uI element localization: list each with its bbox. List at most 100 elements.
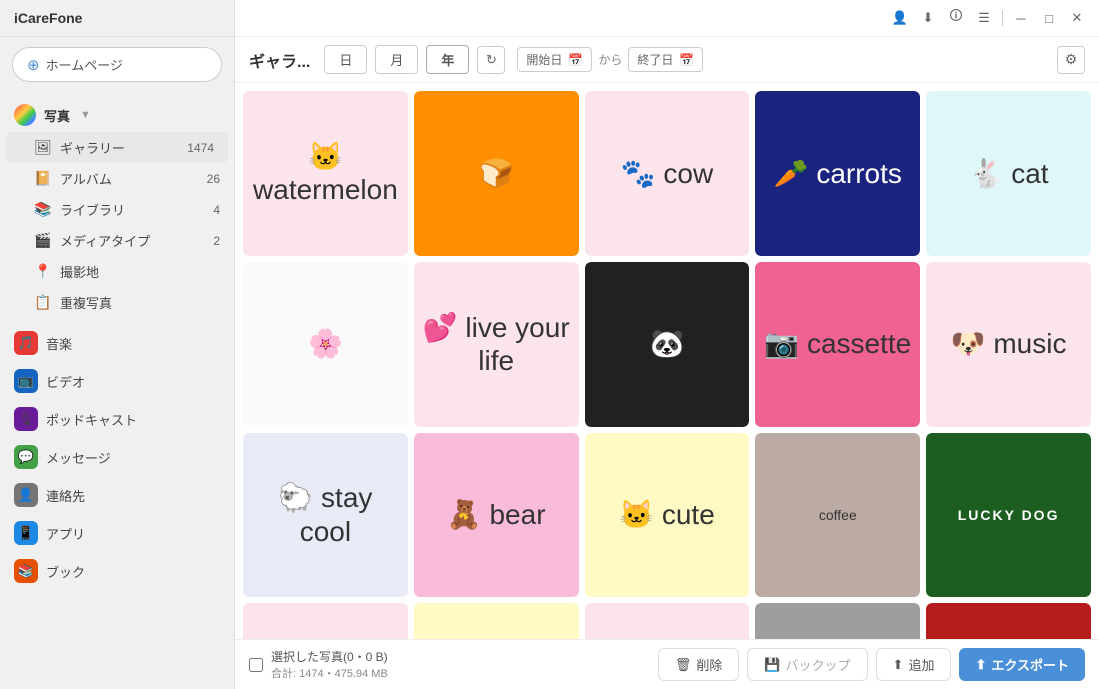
- gallery-thumbnail: 🍀 good luck: [243, 603, 408, 639]
- gallery-item[interactable]: 💖 love: [585, 603, 750, 639]
- gallery-thumbnail: 💕 live your life: [414, 262, 579, 427]
- gallery-scroll[interactable]: 🐱 watermelon🍞🐾 cow🥕 carrots🐇 cat 🌸💕 live …: [235, 83, 1099, 639]
- window-controls-bar: 👤 ⬇ 🛈 ☰ － □ ✕: [235, 0, 1099, 37]
- delete-button[interactable]: 🗑 削除: [658, 648, 740, 681]
- gallery-item[interactable]: 🐾 cow: [585, 91, 750, 256]
- nav-label-contact: 連絡先: [46, 486, 85, 505]
- delete-icon: 🗑: [675, 657, 692, 673]
- sidebar-item-location[interactable]: 📍 撮影地: [0, 256, 234, 287]
- export-button[interactable]: ⬆ エクスポート: [959, 648, 1085, 681]
- app-title: iCareFone: [14, 10, 82, 26]
- user-icon[interactable]: 👤: [890, 8, 910, 28]
- photos-chevron-icon: ▼: [80, 109, 91, 121]
- gallery-item[interactable]: 🐱 watermelon: [243, 91, 408, 256]
- gallery-thumbnail: 🍞: [414, 91, 579, 256]
- select-all-checkbox[interactable]: [249, 658, 263, 672]
- library-icon: 📚: [34, 201, 52, 219]
- badge-mediatype: 2: [213, 234, 220, 248]
- sidebar-item-album[interactable]: 📔 アルバム 26: [0, 163, 234, 194]
- minimize-button[interactable]: －: [1011, 8, 1031, 28]
- download-icon[interactable]: ⬇: [918, 8, 938, 28]
- nav-item-books[interactable]: 📚 ブック: [0, 552, 234, 590]
- gallery-item[interactable]: 📷 cassette: [755, 262, 920, 427]
- sidebar-item-duplicate[interactable]: 📋 重複写真: [0, 287, 234, 318]
- gallery-thumbnail: 🐑 stay cool: [243, 433, 408, 598]
- gallery-item[interactable]: 🐻 cutie: [414, 603, 579, 639]
- badge-gallery: 1474: [187, 141, 214, 155]
- podcast-nav-icon: 🎙: [14, 407, 38, 431]
- nav-item-apps[interactable]: 📱 アプリ: [0, 514, 234, 552]
- gallery-item[interactable]: 🧸 bear: [414, 433, 579, 598]
- gallery-item[interactable]: LUCKY DOG: [926, 433, 1091, 598]
- nav-item-music[interactable]: 🎵 音楽: [0, 324, 234, 362]
- add-button[interactable]: ⬆ 追加: [876, 648, 952, 681]
- home-button[interactable]: ⊕ ホームページ: [12, 47, 222, 82]
- sidebar-item-mediatype[interactable]: 🎬 メディアタイプ 2: [0, 225, 234, 256]
- nav-label-music: 音楽: [46, 334, 72, 353]
- gallery-item[interactable]: 🐑 stay cool: [243, 433, 408, 598]
- start-date-label: 開始日: [526, 51, 562, 68]
- refresh-button[interactable]: ↻: [477, 46, 505, 74]
- gallery-item[interactable]: 🍀 good luck: [243, 603, 408, 639]
- gallery-item[interactable]: coffee: [755, 433, 920, 598]
- gallery-item[interactable]: 🍞: [414, 91, 579, 256]
- sidebar-item-library[interactable]: 📚 ライブラリ 4: [0, 194, 234, 225]
- gallery-item[interactable]: 🌲: [926, 603, 1091, 639]
- menu-icon[interactable]: ☰: [974, 8, 994, 28]
- add-icon: ⬆: [893, 657, 904, 673]
- start-calendar-icon: 📅: [568, 53, 583, 67]
- gallery-item[interactable]: 🐇 cat: [926, 91, 1091, 256]
- gallery-thumbnail: 🐻 cutie: [414, 603, 579, 639]
- nav-item-podcast[interactable]: 🎙 ポッドキャスト: [0, 400, 234, 438]
- gallery-item[interactable]: 🐱 cute: [585, 433, 750, 598]
- sidebar-label-mediatype: メディアタイプ: [60, 231, 150, 250]
- end-date-input[interactable]: 終了日 📅: [628, 47, 703, 72]
- maximize-button[interactable]: □: [1039, 8, 1059, 28]
- sidebar-item-gallery[interactable]: 🖼 ギャラリー 1474: [6, 132, 228, 163]
- gallery-grid: 🐱 watermelon🍞🐾 cow🥕 carrots🐇 cat 🌸💕 live …: [243, 91, 1091, 639]
- nav-item-message[interactable]: 💬 メッセージ: [0, 438, 234, 476]
- gallery-thumbnail: 🐱 cute: [585, 433, 750, 598]
- settings-button[interactable]: ⚙: [1057, 46, 1085, 74]
- backup-button[interactable]: 💾 バックップ: [747, 648, 867, 681]
- add-label: 追加: [908, 655, 934, 674]
- photos-section: 写真 ▼ 🖼 ギャラリー 1474 📔 アルバム 26 📚 ライブラリ 4 🎬 …: [0, 92, 234, 324]
- gallery-item[interactable]: 👩: [755, 603, 920, 639]
- gallery-thumbnail: 🧸 bear: [414, 433, 579, 598]
- video-nav-icon: 📺: [14, 369, 38, 393]
- badge-library: 4: [213, 203, 220, 217]
- gallery-thumbnail: 🐇 cat: [926, 91, 1091, 256]
- start-date-input[interactable]: 開始日 📅: [517, 47, 592, 72]
- nav-item-contact[interactable]: 👤 連絡先: [0, 476, 234, 514]
- tab-day[interactable]: 日: [324, 45, 367, 74]
- tab-year[interactable]: 年: [426, 45, 469, 74]
- photos-section-header[interactable]: 写真 ▼: [0, 98, 234, 132]
- nav-label-books: ブック: [46, 562, 85, 581]
- gallery-thumbnail: coffee: [755, 433, 920, 598]
- nav-item-video[interactable]: 📺 ビデオ: [0, 362, 234, 400]
- info-icon[interactable]: 🛈: [946, 8, 966, 28]
- close-button[interactable]: ✕: [1067, 8, 1087, 28]
- message-nav-icon: 💬: [14, 445, 38, 469]
- mediatype-icon: 🎬: [34, 232, 52, 250]
- gallery-item[interactable]: 💕 live your life: [414, 262, 579, 427]
- location-icon: 📍: [34, 263, 52, 281]
- contact-nav-icon: 👤: [14, 483, 38, 507]
- gallery-item[interactable]: 🐶 music: [926, 262, 1091, 427]
- gallery-thumbnail: 🐱 watermelon: [243, 91, 408, 256]
- delete-label: 削除: [696, 655, 722, 674]
- gallery-item[interactable]: 🥕 carrots: [755, 91, 920, 256]
- nav-label-podcast: ポッドキャスト: [46, 410, 137, 429]
- home-icon: ⊕: [27, 56, 40, 74]
- gallery-thumbnail: LUCKY DOG: [926, 433, 1091, 598]
- sidebar-label-duplicate: 重複写真: [60, 293, 112, 312]
- album-icon: 📔: [34, 170, 52, 188]
- gallery-item[interactable]: 🐼: [585, 262, 750, 427]
- gallery-thumbnail: 🐾 cow: [585, 91, 750, 256]
- apps-nav-icon: 📱: [14, 521, 38, 545]
- toolbar: ギャラ... 日 月 年 ↻ 開始日 📅 から 終了日 📅 ⚙: [235, 37, 1099, 83]
- tab-month[interactable]: 月: [375, 45, 418, 74]
- sidebar: iCareFone ⊕ ホームページ 写真 ▼ 🖼 ギャラリー 1474 📔 ア…: [0, 0, 235, 689]
- gallery-item[interactable]: 🌸: [243, 262, 408, 427]
- backup-icon: 💾: [764, 657, 780, 673]
